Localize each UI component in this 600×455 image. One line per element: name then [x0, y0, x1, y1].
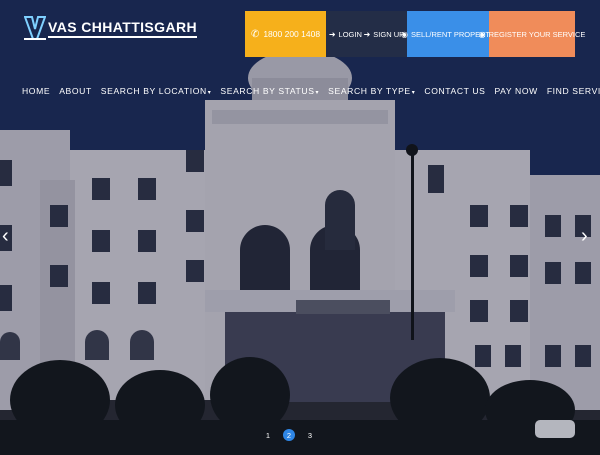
login-link[interactable]: ➜ LOGIN [329, 30, 362, 39]
nav-search-by-status[interactable]: SEARCH BY STATUS▾ [220, 86, 319, 96]
phone-contact[interactable]: ✆ 1800 200 1408 [245, 11, 326, 57]
nav-search-by-location[interactable]: SEARCH BY LOCATION▾ [101, 86, 212, 96]
login-label: LOGIN [338, 29, 362, 39]
caret-down-icon: ▾ [315, 90, 320, 96]
main-nav: HOME ABOUT SEARCH BY LOCATION▾ SEARCH BY… [22, 86, 600, 96]
phone-icon: ✆ [250, 28, 260, 40]
slider-next-icon[interactable]: › [581, 226, 588, 246]
nav-type-label: SEARCH BY TYPE [328, 86, 411, 96]
nav-find-services[interactable]: FIND SERVICES [547, 86, 600, 96]
slide-dot-1[interactable]: 1 [262, 429, 274, 441]
login-icon: ➜ [328, 29, 336, 39]
nav-services-label: FIND SERVICES [546, 86, 600, 96]
nav-contact-us[interactable]: CONTACT US [424, 86, 485, 96]
logo-mark-icon [23, 15, 47, 41]
slide-dot-3[interactable]: 3 [304, 429, 316, 441]
signup-icon: ➜ [363, 29, 371, 39]
hero-slider [0, 0, 600, 455]
signup-label: SIGN UP [373, 29, 405, 39]
slider-prev-icon[interactable]: ‹ [2, 226, 9, 246]
nav-about-label: ABOUT [59, 86, 92, 96]
auth-links: ➜ LOGIN ➜ SIGN UP [326, 11, 407, 57]
nav-about[interactable]: ABOUT [59, 86, 92, 96]
nav-pay-label: PAY NOW [494, 86, 538, 96]
nav-contact-label: CONTACT US [424, 86, 486, 96]
brand-name: VAS CHHATTISGARH [48, 19, 197, 38]
nav-home[interactable]: HOME [22, 86, 50, 96]
sell-rent-property-button[interactable]: ◉ SELL/RENT PROPERTY [401, 11, 495, 57]
caret-down-icon: ▾ [207, 90, 212, 96]
caret-down-icon: ▾ [411, 90, 416, 96]
slide-dot-2-active[interactable]: 2 [283, 429, 295, 441]
nav-location-label: SEARCH BY LOCATION [100, 86, 207, 96]
pin-icon: ◉ [401, 29, 409, 39]
nav-status-label: SEARCH BY STATUS [220, 86, 315, 96]
nav-pay-now[interactable]: PAY NOW [494, 86, 537, 96]
slider-pagination: 1 2 3 [262, 429, 316, 441]
phone-number: 1800 200 1408 [263, 29, 321, 39]
signup-link[interactable]: ➜ SIGN UP [364, 30, 405, 39]
register-service-button[interactable]: ◉ REGISTER YOUR SERVICE [479, 11, 585, 57]
nav-search-by-type[interactable]: SEARCH BY TYPE▾ [328, 86, 415, 96]
nav-home-label: HOME [22, 86, 51, 96]
brand-logo[interactable]: VAS CHHATTISGARH [23, 14, 197, 42]
pin-icon: ◉ [478, 29, 486, 39]
register-service-label: REGISTER YOUR SERVICE [488, 29, 586, 39]
top-action-bar: ✆ 1800 200 1408 ➜ LOGIN ➜ SIGN UP ◉ SELL… [245, 11, 585, 57]
